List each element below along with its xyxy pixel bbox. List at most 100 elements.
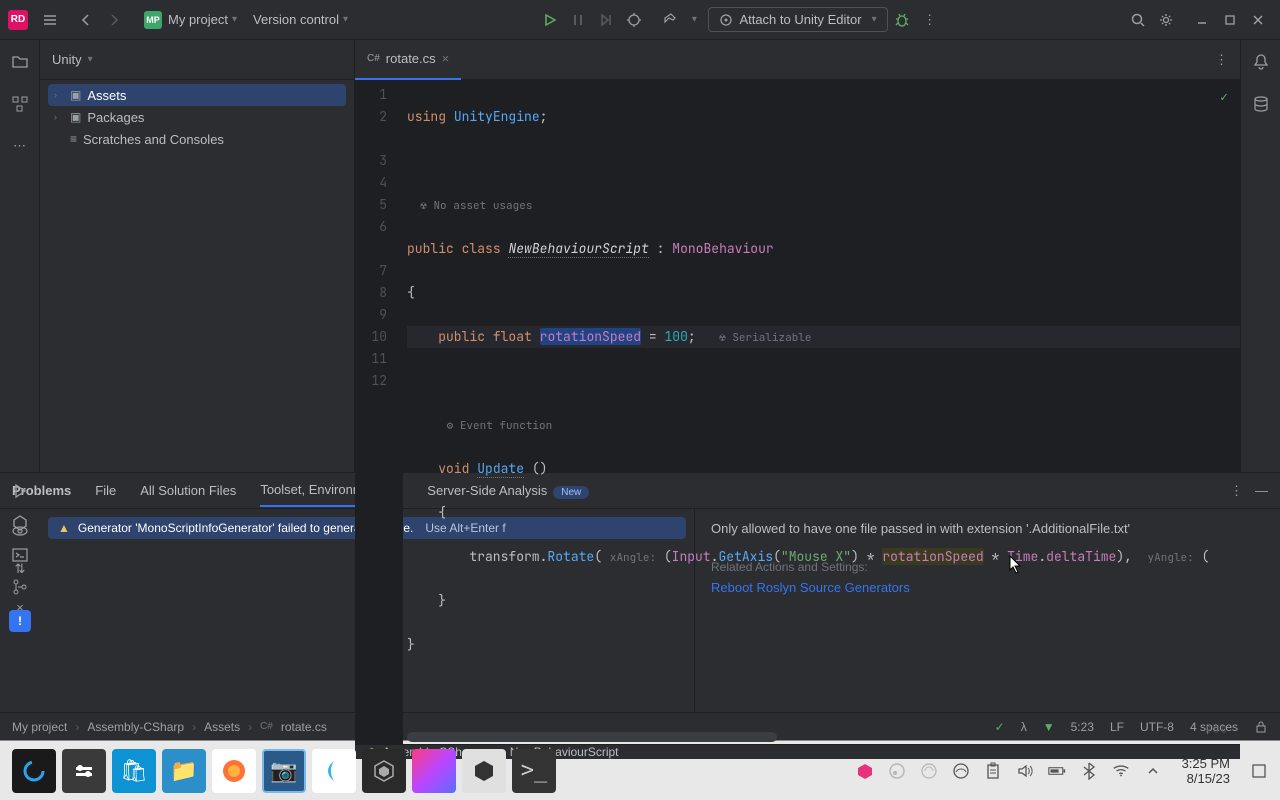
services-icon[interactable] [11,514,29,532]
problems-tool-icon[interactable]: ! [9,610,31,632]
tab-rotate[interactable]: C# rotate.cs × [355,40,461,80]
tray-icon[interactable] [952,762,970,780]
folder-icon[interactable] [8,50,32,74]
explorer-panel: Unity ▾ › ▣ Assets › ▣ Packages ≡ Scratc… [40,40,355,472]
system-tray: 3:25 PM 8/15/23 [856,756,1268,786]
taskbar-app[interactable]: 🛍 [112,749,156,793]
notifications-icon[interactable] [1249,50,1273,74]
attach-label: Attach to Unity Editor [739,12,861,27]
tray-clipboard-icon[interactable] [984,762,1002,780]
inspection-indicator[interactable]: ▯▯▯ [1205,718,1228,740]
tab-more-icon[interactable]: ⋮ [1203,52,1240,68]
code-editor[interactable]: 12 3456 789101112 using UnityEngine; ☢ N… [355,80,1240,744]
tree-item-scratches[interactable]: ≡ Scratches and Consoles [48,128,346,150]
taskbar-app[interactable]: >_ [512,749,556,793]
more-tools-icon[interactable]: ⋯ [8,134,32,158]
tray-desktop-icon[interactable] [1250,762,1268,780]
chevron-down-icon: ▾ [232,14,237,25]
tray-bluetooth-icon[interactable] [1080,762,1098,780]
minimize-icon[interactable] [1188,6,1216,34]
tray-battery-icon[interactable] [1048,762,1066,780]
taskbar-app[interactable] [312,749,356,793]
taskbar-app[interactable] [62,749,106,793]
line-gutter: 12 3456 789101112 [355,80,403,744]
hammer-icon[interactable] [656,6,684,34]
chevron-down-icon: ▾ [872,14,877,25]
tab-all-solution[interactable]: All Solution Files [140,475,236,506]
warning-icon: ▲ [58,521,70,535]
taskbar-clock[interactable]: 3:25 PM 8/15/23 [1176,756,1236,786]
horizontal-scrollbar[interactable] [407,732,777,742]
editor-tabs: C# rotate.cs × ⋮ [355,40,1240,80]
tree-label: Packages [87,110,144,125]
debug-icon[interactable] [620,6,648,34]
maximize-icon[interactable] [1216,6,1244,34]
tree-item-assets[interactable]: › ▣ Assets [48,84,346,106]
tray-icon[interactable] [888,762,906,780]
structure-icon[interactable] [8,92,32,116]
lock-icon[interactable] [1254,720,1268,734]
tray-wifi-icon[interactable] [1112,762,1130,780]
step-icon[interactable] [592,6,620,34]
taskbar-app[interactable] [462,749,506,793]
tree-label: Scratches and Consoles [83,132,224,147]
database-icon[interactable] [1249,92,1273,116]
run-tool-icon[interactable] [11,482,29,500]
left-bottom-rail: ! [0,472,40,712]
chevron-right-icon: › [54,90,64,100]
hamburger-icon[interactable] [36,6,64,34]
close-icon[interactable]: × [442,51,450,66]
app-badge: RD [8,10,28,30]
panel-minimize-icon[interactable]: — [1255,483,1268,499]
terminal-icon[interactable] [11,546,29,564]
pause-icon[interactable] [564,6,592,34]
project-badge: MP [144,11,162,29]
bug-icon[interactable] [888,6,916,34]
chevron-down-icon: ▾ [343,14,348,25]
tree-label: Assets [87,88,126,103]
gear-icon[interactable] [1152,6,1180,34]
tree-item-packages[interactable]: › ▣ Packages [48,106,346,128]
titlebar: RD MP My project ▾ Version control ▾ ▾ A… [0,0,1280,40]
explorer-title: Unity [52,52,82,67]
vcs-label: Version control [253,12,339,27]
tab-lang-badge: C# [367,53,380,64]
unity-attach-icon [719,13,733,27]
tray-chevron-icon[interactable] [1144,762,1162,780]
taskbar-app[interactable] [12,749,56,793]
right-tool-rail [1240,40,1280,472]
project-name: My project [168,12,228,27]
code-content[interactable]: using UnityEngine; ☢ No asset usages pub… [403,80,1240,744]
project-selector[interactable]: MP My project ▾ [136,7,245,33]
scratches-icon: ≡ [70,132,77,146]
taskbar-app[interactable] [362,749,406,793]
run-icon[interactable] [536,6,564,34]
taskbar-app[interactable] [412,749,456,793]
chevron-right-icon: › [54,112,64,122]
hammer-dropdown-icon[interactable]: ▾ [684,6,700,34]
tab-filename: rotate.cs [386,51,436,66]
explorer-tree: › ▣ Assets › ▣ Packages ≡ Scratches and … [40,80,354,154]
taskbar-app[interactable]: 📁 [162,749,206,793]
inspection-ok-icon[interactable]: ✓ [1220,86,1228,108]
nav-back-icon[interactable] [72,6,100,34]
tray-icon[interactable] [920,762,938,780]
tray-icon[interactable] [856,762,874,780]
taskbar-app[interactable]: 📷 [262,749,306,793]
close-icon[interactable] [1244,6,1272,34]
left-tool-rail: ⋯ [0,40,40,472]
vcs-selector[interactable]: Version control ▾ [245,8,356,31]
folder-icon: ▣ [70,88,81,102]
tray-volume-icon[interactable] [1016,762,1034,780]
git-icon[interactable] [11,578,29,596]
search-icon[interactable] [1124,6,1152,34]
taskbar-app[interactable] [212,749,256,793]
more-icon[interactable]: ⋮ [916,6,944,34]
nav-forward-icon[interactable] [100,6,128,34]
attach-unity-button[interactable]: Attach to Unity Editor ▾ [708,7,887,32]
chevron-down-icon: ▾ [88,54,93,65]
breadcrumb[interactable]: My project› Assembly-CSharp› Assets› C# … [12,720,327,734]
explorer-header[interactable]: Unity ▾ [40,40,354,80]
tab-file[interactable]: File [95,475,116,506]
editor: C# rotate.cs × ⋮ 12 3456 789101112 using… [355,40,1240,472]
